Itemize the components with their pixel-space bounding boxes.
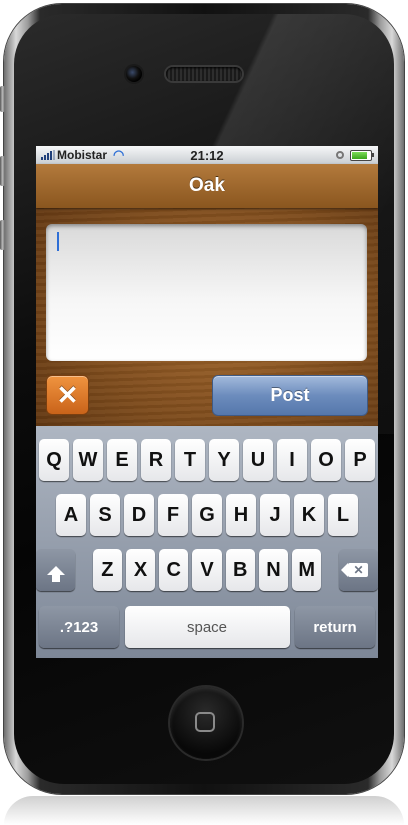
keyboard-row-3: Z X C V B N M ✕ — [36, 549, 378, 591]
front-camera-icon — [126, 66, 142, 82]
volume-down-button — [0, 220, 5, 250]
key-l[interactable]: L — [328, 494, 358, 536]
key-c[interactable]: C — [159, 549, 189, 591]
mute-switch — [0, 86, 5, 112]
nav-title: Oak — [189, 175, 225, 196]
key-q[interactable]: Q — [39, 439, 69, 481]
key-j[interactable]: J — [260, 494, 290, 536]
screen: Mobistar ◠ 21:12 Oak ✕ Post Q W E R T Y … — [36, 146, 378, 658]
home-square-icon — [195, 712, 215, 732]
key-e[interactable]: E — [107, 439, 137, 481]
earpiece-speaker — [166, 67, 242, 81]
return-key[interactable]: return — [295, 606, 375, 648]
shift-arrow-icon — [46, 565, 65, 582]
rotation-lock-icon — [336, 151, 344, 159]
battery-level — [352, 151, 368, 159]
key-f[interactable]: F — [158, 494, 188, 536]
key-v[interactable]: V — [192, 549, 222, 591]
wifi-icon: ◠ — [113, 147, 125, 162]
key-p[interactable]: P — [345, 439, 375, 481]
key-t[interactable]: T — [175, 439, 205, 481]
keyboard: Q W E R T Y U I O P A S D F G H J K L Z … — [36, 426, 378, 658]
floor-reflection — [4, 796, 404, 825]
keyboard-row-2: A S D F G H J K L — [36, 494, 378, 536]
navigation-bar: Oak — [36, 164, 378, 208]
delete-key[interactable]: ✕ — [339, 549, 378, 591]
key-g[interactable]: G — [192, 494, 222, 536]
key-u[interactable]: U — [243, 439, 273, 481]
space-key[interactable]: space — [124, 606, 290, 648]
backspace-icon: ✕ — [341, 563, 369, 577]
key-z[interactable]: Z — [92, 549, 122, 591]
status-bar: Mobistar ◠ 21:12 — [36, 146, 378, 164]
key-w[interactable]: W — [73, 439, 103, 481]
key-k[interactable]: K — [294, 494, 324, 536]
key-s[interactable]: S — [90, 494, 120, 536]
numbers-key[interactable]: .?123 — [39, 606, 119, 648]
carrier-name: Mobistar — [57, 148, 108, 162]
close-icon: ✕ — [56, 380, 79, 410]
key-h[interactable]: H — [226, 494, 256, 536]
key-y[interactable]: Y — [209, 439, 239, 481]
key-o[interactable]: O — [311, 439, 341, 481]
battery-icon — [350, 149, 374, 161]
cancel-button[interactable]: ✕ — [46, 375, 89, 415]
volume-up-button — [0, 156, 5, 186]
key-d[interactable]: D — [124, 494, 154, 536]
key-x[interactable]: X — [125, 549, 156, 591]
key-i[interactable]: I — [277, 439, 307, 481]
keyboard-row-1: Q W E R T Y U I O P — [36, 439, 378, 481]
compose-view: Oak ✕ Post — [36, 164, 378, 434]
keyboard-row-4: .?123 space return — [36, 606, 378, 648]
key-n[interactable]: N — [258, 549, 289, 591]
text-cursor — [57, 232, 59, 251]
key-r[interactable]: R — [141, 439, 171, 481]
shift-key[interactable] — [36, 549, 75, 591]
key-b[interactable]: B — [225, 549, 255, 591]
post-button[interactable]: Post — [212, 375, 368, 416]
post-text-area[interactable] — [46, 224, 367, 361]
signal-strength-icon — [41, 150, 55, 160]
key-m[interactable]: M — [292, 549, 322, 591]
home-button[interactable] — [170, 687, 242, 759]
key-a[interactable]: A — [56, 494, 86, 536]
